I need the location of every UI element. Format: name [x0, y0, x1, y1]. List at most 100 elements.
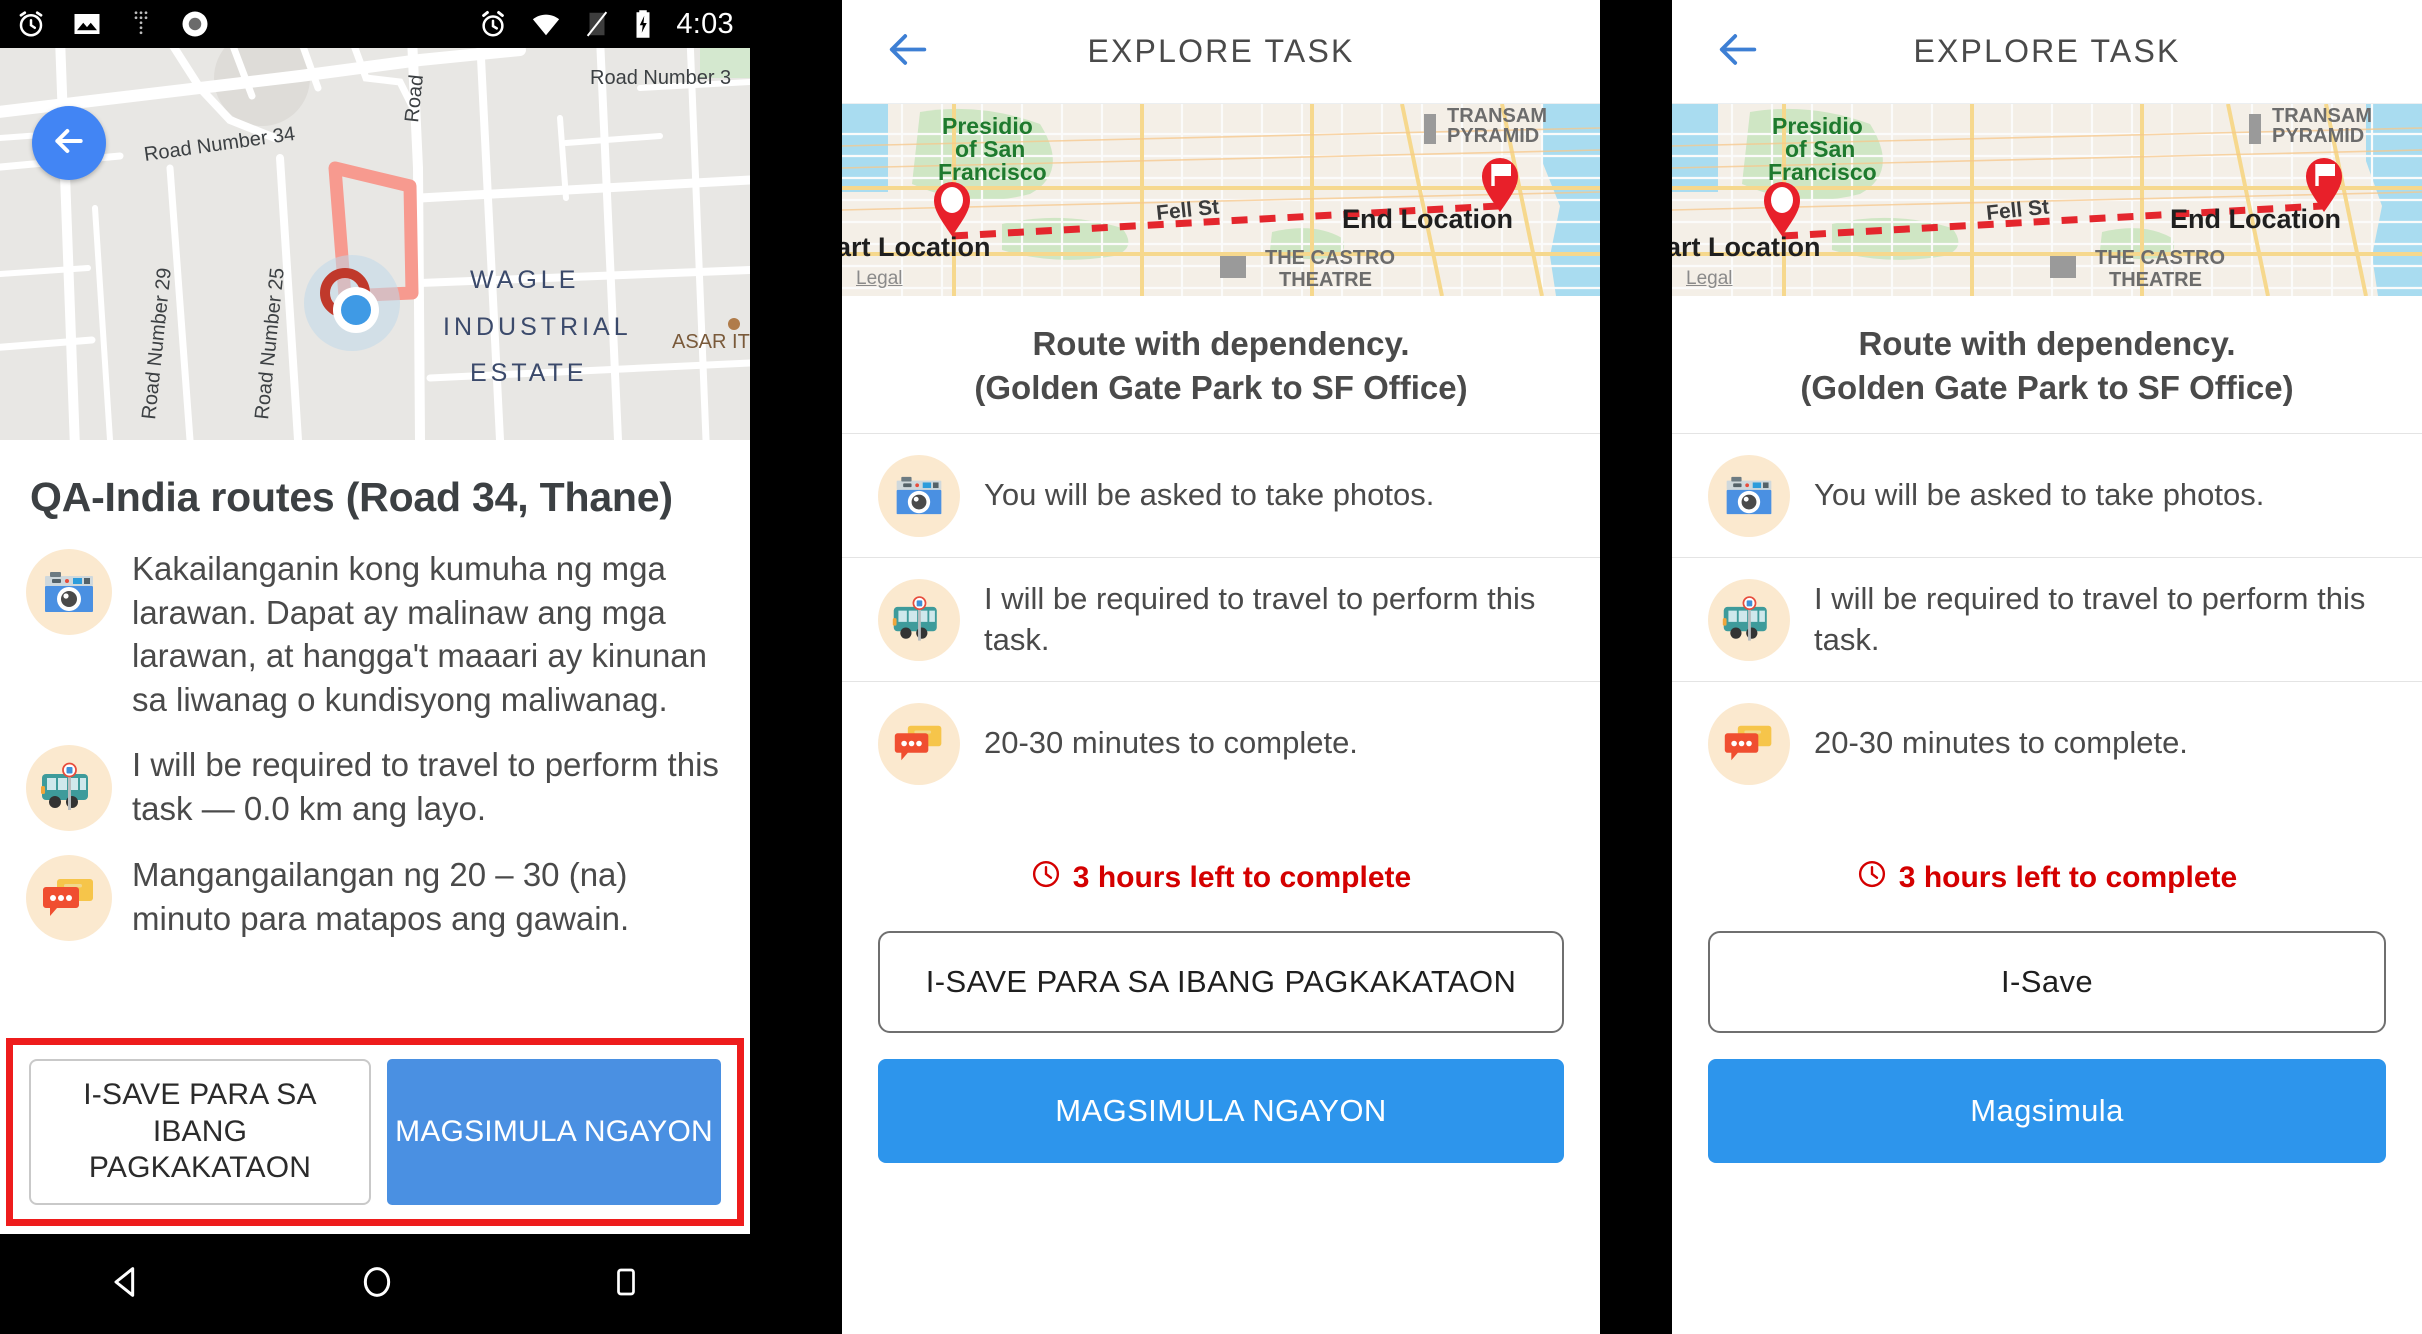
right-map-graphic: Presidio of San Francisco TRANSAM PYRAMI… — [1672, 104, 2422, 296]
left-map-graphic: Road Number 34 Road Number 29 Road Numbe… — [0, 48, 750, 440]
right-task-details: Route with dependency. (Golden Gate Park… — [1672, 296, 2422, 1164]
image-icon — [72, 9, 102, 39]
list-item-label: Mangangailangan ng 20 – 30 (na) minuto p… — [132, 856, 630, 937]
svg-text:TRANSAM: TRANSAM — [1447, 105, 1547, 127]
svg-text:ESTATE: ESTATE — [470, 359, 588, 387]
left-task-details: QA-India routes (Road 34, Thane) Kakaila… — [0, 440, 750, 948]
save-button[interactable]: I-Save — [1708, 931, 2386, 1034]
list-item-label: You will be asked to take photos. — [984, 477, 1435, 513]
clock-icon — [1857, 859, 1887, 897]
bus-icon — [878, 578, 960, 661]
list-item: I will be required to travel to perform … — [1672, 557, 2422, 681]
right-phone-panel: EXPLORE TASK Presidio of San Francisco T… — [1672, 0, 2422, 1334]
svg-text:PYRAMID: PYRAMID — [1447, 125, 1539, 147]
right-page-title: Route with dependency. (Golden Gate Park… — [1672, 296, 2422, 433]
list-item: 20-30 minutes to complete. — [842, 681, 1600, 805]
right-action-bar: I-Save Magsimula — [1672, 931, 2422, 1164]
page-title: EXPLORE TASK — [1913, 33, 2181, 69]
svg-text:End Location: End Location — [2170, 204, 2341, 234]
chat-icon — [26, 855, 112, 942]
svg-text:art Location: art Location — [1672, 232, 1821, 262]
list-item-label: I will be required to travel to perform … — [1814, 580, 2366, 657]
back-arrow-icon[interactable] — [1716, 26, 1762, 77]
start-button[interactable]: Magsimula — [1708, 1059, 2386, 1164]
svg-text:WAGLE: WAGLE — [470, 266, 579, 294]
mid-map-graphic: Presidio of San Francisco TRANSAM PYRAMI… — [842, 104, 1600, 296]
list-item: Mangangailangan ng 20 – 30 (na) minuto p… — [0, 837, 750, 947]
map-back-button[interactable] — [32, 106, 106, 180]
save-for-later-button[interactable]: I-SAVE PARA SA IBANG PAGKAKATAON — [878, 931, 1564, 1034]
start-now-button[interactable]: MAGSIMULA NGAYON — [387, 1059, 721, 1205]
save-for-later-button[interactable]: I-SAVE PARA SA IBANG PAGKAKATAON — [29, 1059, 371, 1205]
svg-text:Road Number 3: Road Number 3 — [590, 67, 731, 89]
clock-icon — [1031, 859, 1061, 897]
camera-icon — [26, 549, 112, 635]
left-map[interactable]: Road Number 34 Road Number 29 Road Numbe… — [0, 48, 750, 440]
map-legal-link[interactable]: Legal — [856, 268, 903, 290]
battery-charging-icon — [632, 9, 654, 39]
page-title: EXPLORE TASK — [1087, 33, 1355, 69]
chat-icon — [1708, 702, 1790, 785]
list-item: You will be asked to take photos. — [842, 433, 1600, 557]
deadline-label: 3 hours left to complete — [1898, 861, 2238, 895]
back-triangle-icon[interactable] — [106, 1262, 146, 1307]
mid-page-title: Route with dependency. (Golden Gate Park… — [842, 296, 1600, 433]
three-panel-screenshot: 4:03 Road Number 34 Road Number 29 Road … — [0, 0, 2422, 1334]
start-now-button[interactable]: MAGSIMULA NGAYON — [878, 1059, 1564, 1164]
list-item: You will be asked to take photos. — [1672, 433, 2422, 557]
left-action-bar-highlight: I-SAVE PARA SA IBANG PAGKAKATAON MAGSIMU… — [6, 1038, 744, 1226]
wifi-icon — [530, 9, 562, 39]
map-legal-link[interactable]: Legal — [1686, 268, 1733, 290]
deadline-label: 3 hours left to complete — [1072, 861, 1412, 895]
svg-text:INDUSTRIAL: INDUSTRIAL — [443, 313, 632, 341]
left-page-title: QA-India routes (Road 34, Thane) — [30, 474, 673, 520]
svg-text:THE CASTRO: THE CASTRO — [2095, 247, 2225, 269]
right-map[interactable]: Presidio of San Francisco TRANSAM PYRAMI… — [1672, 104, 2422, 296]
svg-text:THEATRE: THEATRE — [1279, 269, 1372, 291]
back-arrow-icon[interactable] — [886, 26, 932, 77]
alarm-clock-icon — [478, 9, 508, 39]
chat-icon — [878, 702, 960, 785]
status-bar-notification-icons — [16, 9, 210, 39]
record-icon — [180, 9, 210, 39]
mid-app-bar: EXPLORE TASK — [842, 0, 1600, 104]
list-item-label: 20-30 minutes to complete. — [984, 725, 1358, 761]
mid-title-line-2: (Golden Gate Park to SF Office) — [974, 368, 1468, 406]
mid-action-bar: I-SAVE PARA SA IBANG PAGKAKATAON MAGSIMU… — [842, 931, 1600, 1164]
svg-text:PYRAMID: PYRAMID — [2272, 125, 2364, 147]
back-arrow-icon — [49, 121, 89, 166]
right-title-line-2: (Golden Gate Park to SF Office) — [1800, 368, 2294, 406]
left-phone-panel: 4:03 Road Number 34 Road Number 29 Road … — [0, 0, 750, 1334]
svg-text:TRANSAM: TRANSAM — [2272, 105, 2372, 127]
android-status-bar: 4:03 — [0, 0, 750, 48]
list-item-label: Kakailanganin kong kumuha ng mga larawan… — [132, 550, 708, 718]
svg-text:Francisco: Francisco — [1768, 159, 1877, 185]
recents-square-icon[interactable] — [608, 1262, 644, 1307]
list-item: I will be required to travel to perform … — [842, 557, 1600, 681]
sim-off-icon — [584, 9, 610, 39]
right-app-bar: EXPLORE TASK — [1672, 0, 2422, 104]
list-item-label: 20-30 minutes to complete. — [1814, 725, 2188, 761]
bus-icon — [1708, 578, 1790, 661]
svg-text:THEATRE: THEATRE — [2109, 269, 2202, 291]
list-item-label: I will be required to travel to perform … — [132, 746, 719, 827]
list-item-label: I will be required to travel to perform … — [984, 580, 1536, 657]
mid-task-details: Route with dependency. (Golden Gate Park… — [842, 296, 1600, 1164]
camera-icon — [878, 454, 960, 537]
android-nav-bar — [0, 1234, 750, 1334]
mid-title-line-1: Route with dependency. — [1032, 325, 1410, 362]
svg-text:art Location: art Location — [842, 232, 991, 262]
status-bar-clock: 4:03 — [676, 7, 734, 40]
list-item: 20-30 minutes to complete. — [1672, 681, 2422, 805]
bus-icon — [26, 745, 112, 832]
deadline-status: 3 hours left to complete — [842, 805, 1600, 931]
camera-icon — [1708, 454, 1790, 537]
svg-text:End Location: End Location — [1342, 204, 1513, 234]
middle-phone-panel: EXPLORE TASK Presidio of San Francisco T… — [842, 0, 1600, 1334]
alarm-icon — [16, 9, 46, 39]
home-circle-icon[interactable] — [357, 1262, 397, 1307]
mid-map[interactable]: Presidio of San Francisco TRANSAM PYRAMI… — [842, 104, 1600, 296]
status-bar-system-icons: 4:03 — [478, 8, 734, 41]
svg-text:ASAR IT: ASAR IT — [672, 331, 750, 353]
dots-grid-icon — [128, 9, 154, 39]
